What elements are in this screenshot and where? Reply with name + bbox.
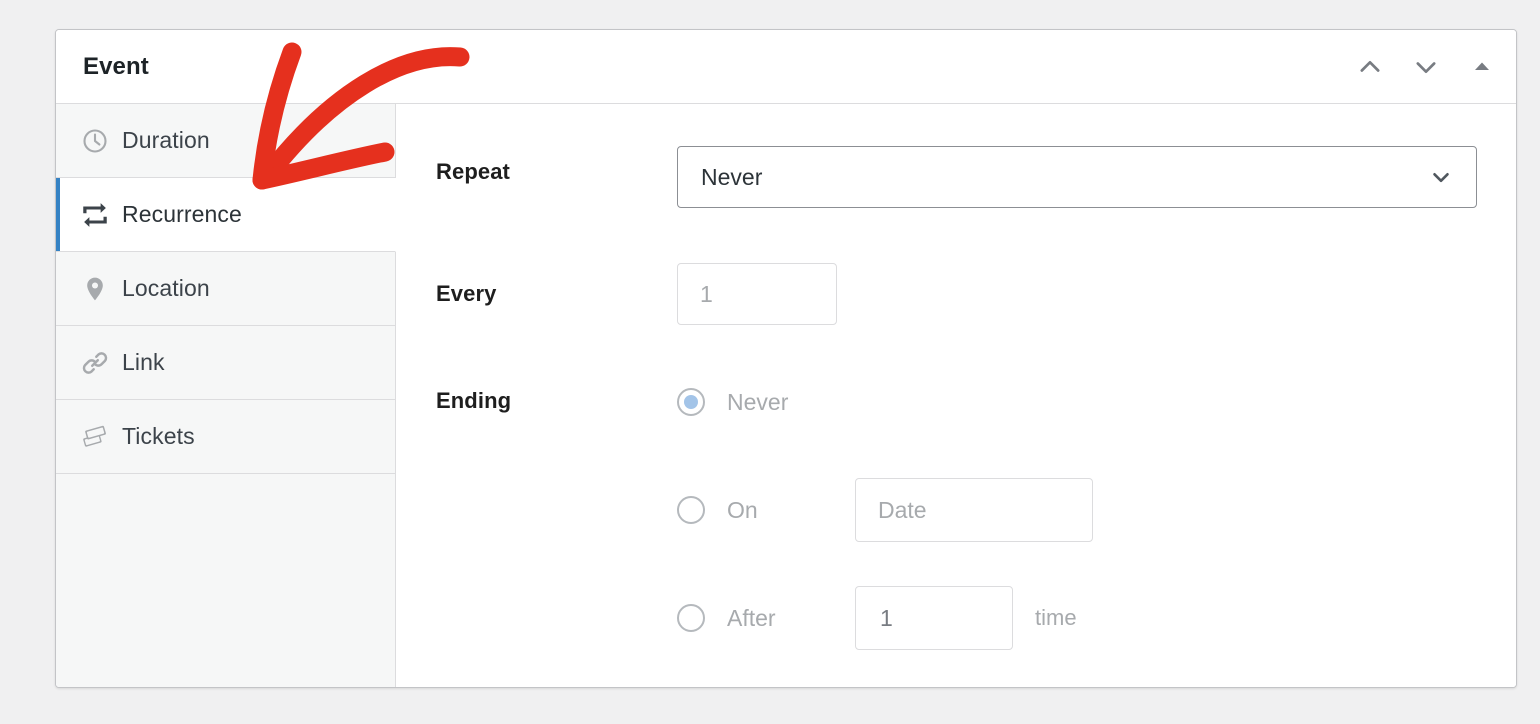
tab-sidebar: Duration Recurrence Location Link Ticket… [56,104,396,687]
chevron-down-icon [1428,164,1454,190]
sidebar-item-label: Recurrence [122,201,242,227]
link-icon [80,348,110,378]
event-panel: Event Duration Recurrence Location Link … [55,29,1517,688]
radio-never-label: Never [727,388,789,415]
sidebar-item-location[interactable]: Location [56,252,395,326]
repeat-select-value: Never [701,163,763,190]
ending-option-after: After 1 time [677,586,1093,650]
move-up-button[interactable] [1350,47,1390,87]
ending-after-suffix: time [1035,605,1077,630]
panel-header-actions [1350,30,1502,104]
sidebar-item-recurrence[interactable]: Recurrence [56,178,396,252]
field-ending: Ending Never On Date After 1 time [436,380,1516,650]
tab-sidebar-filler [56,474,395,687]
repeat-select[interactable]: Never [677,146,1477,208]
ending-label: Ending [436,388,512,413]
radio-on-label: On [727,496,758,523]
field-repeat: Repeat Never [436,146,1516,208]
sidebar-item-label: Duration [122,127,210,153]
every-input-value: 1 [700,280,713,307]
radio-selected-dot [684,395,698,409]
sidebar-item-tickets[interactable]: Tickets [56,400,395,474]
every-label: Every [436,281,497,306]
recurrence-icon [80,200,110,230]
ending-radio-group: Never On Date After 1 time [677,380,1093,650]
radio-never[interactable] [677,388,705,416]
chevron-up-icon [1356,53,1384,81]
ending-after-count-input[interactable]: 1 [855,586,1013,650]
radio-after-label: After [727,604,776,631]
field-every: Every 1 [436,263,1516,325]
move-down-button[interactable] [1406,47,1446,87]
ending-date-placeholder: Date [878,496,927,523]
panel-body: Duration Recurrence Location Link Ticket… [56,104,1516,687]
panel-header: Event [56,30,1516,104]
radio-after[interactable] [677,604,705,632]
radio-on[interactable] [677,496,705,524]
sidebar-item-duration[interactable]: Duration [56,104,395,178]
sidebar-item-label: Tickets [122,423,195,449]
sidebar-item-label: Location [122,275,210,301]
ending-date-input[interactable]: Date [855,478,1093,542]
map-pin-icon [80,274,110,304]
collapse-button[interactable] [1462,47,1502,87]
ending-option-never: Never [677,380,1093,424]
sidebar-item-label: Link [122,349,165,375]
tickets-icon [80,422,110,452]
every-input[interactable]: 1 [677,263,837,325]
repeat-label: Repeat [436,159,510,184]
ending-after-count-value: 1 [880,604,893,631]
clock-icon [80,126,110,156]
sidebar-item-link[interactable]: Link [56,326,395,400]
recurrence-form: Repeat Never Every 1 Ending Never On Dat… [396,104,1516,687]
triangle-up-icon [1472,57,1492,77]
chevron-down-icon [1412,53,1440,81]
ending-option-on: On Date [677,478,1093,542]
page-title: Event [83,52,149,80]
